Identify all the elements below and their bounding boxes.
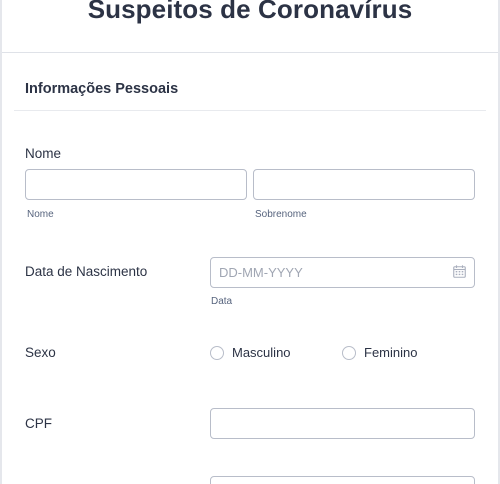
sex-label: Sexo	[25, 345, 56, 360]
form-title: Suspeitos de Coronavírus	[87, 0, 413, 24]
radio-button[interactable]	[210, 345, 224, 360]
form-page: Suspeitos de Coronavírus Informações Pes…	[0, 0, 500, 484]
section-title: Informações Pessoais	[25, 81, 179, 97]
first-name-sublabel: Nome	[27, 209, 54, 220]
sex-option-feminino[interactable]: Feminino	[342, 345, 417, 360]
name-label: Nome	[25, 146, 62, 161]
next-field-input[interactable]	[210, 476, 475, 484]
radio-label-masculino: Masculino	[232, 345, 291, 360]
first-name-input[interactable]	[25, 169, 247, 200]
birth-date-sublabel: Data	[211, 296, 233, 307]
radio-button[interactable]	[342, 345, 356, 360]
last-name-sublabel: Sobrenome	[255, 209, 307, 220]
page-left-edge	[0, 0, 2, 484]
birth-date-input[interactable]	[210, 257, 475, 288]
calendar-icon[interactable]	[453, 265, 466, 278]
section-divider	[14, 110, 486, 111]
cpf-label: CPF	[25, 416, 52, 431]
header-divider	[2, 52, 498, 53]
last-name-input[interactable]	[253, 169, 475, 200]
birth-date-label: Data de Nascimento	[25, 264, 148, 279]
radio-label-feminino: Feminino	[364, 345, 418, 360]
sex-option-masculino[interactable]: Masculino	[210, 345, 291, 360]
cpf-input[interactable]	[210, 408, 475, 439]
